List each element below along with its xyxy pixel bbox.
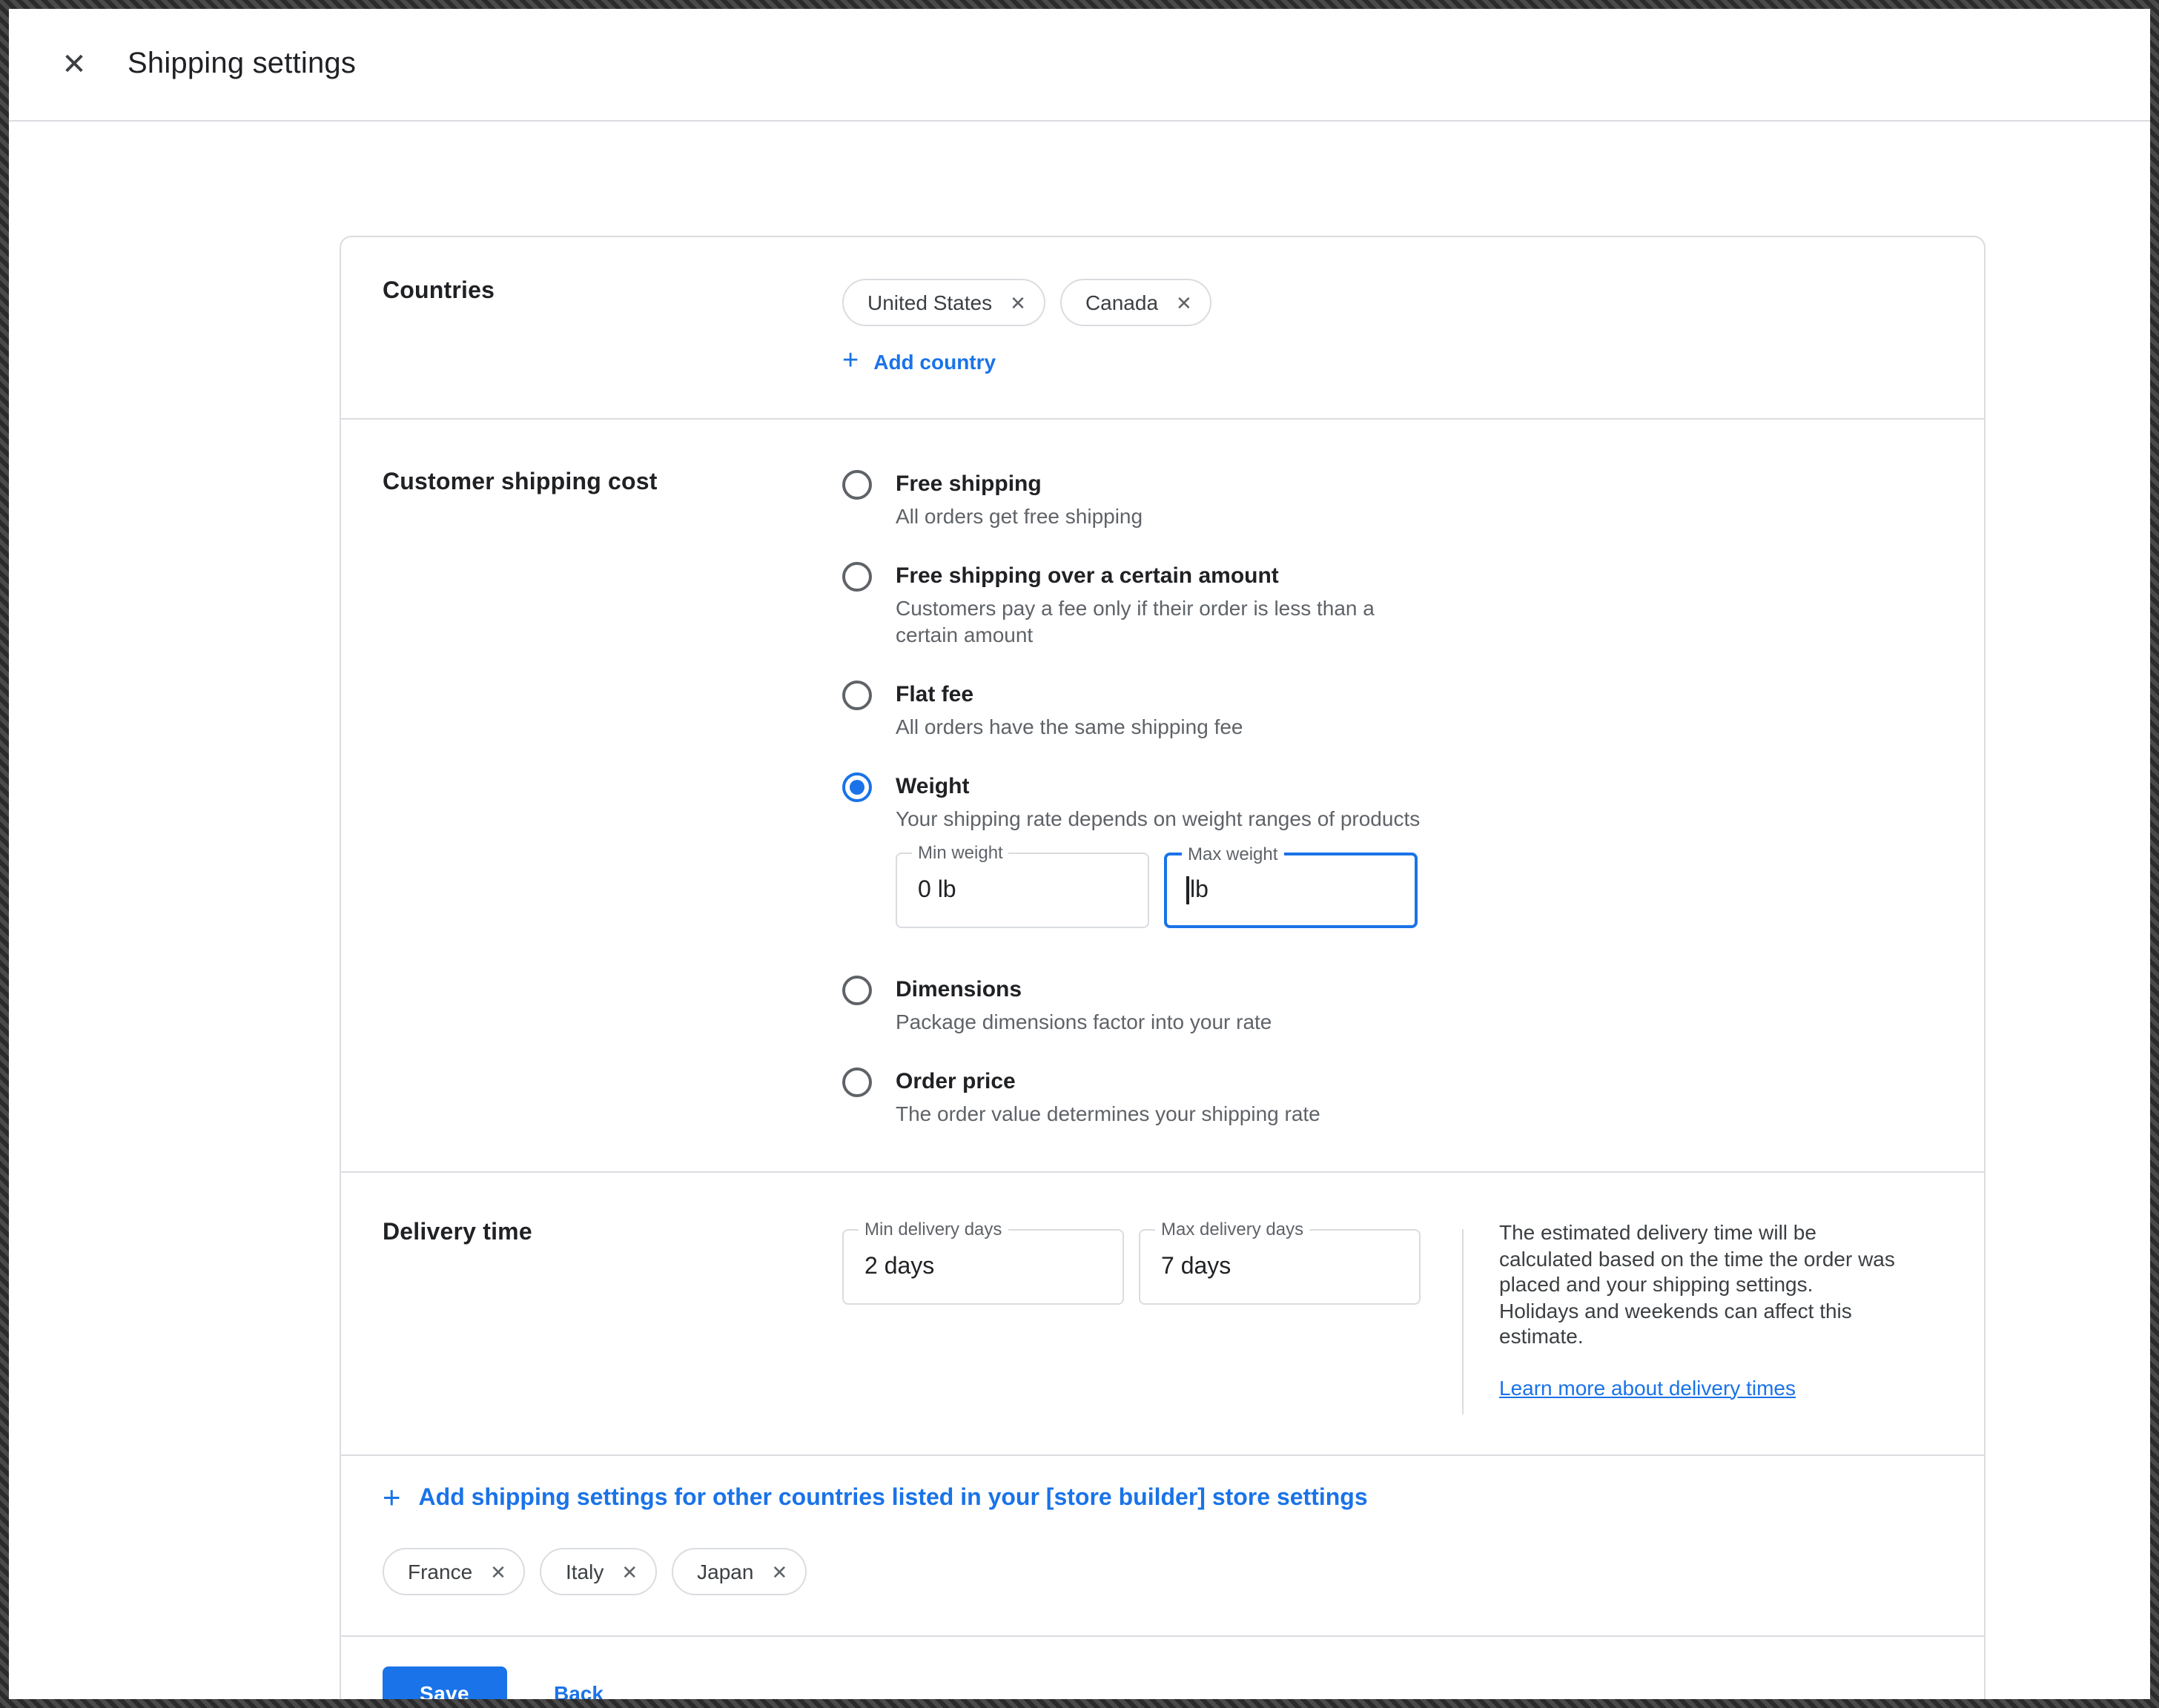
remove-chip-icon[interactable]: ✕ xyxy=(618,1559,641,1584)
country-chip-canada: Canada ✕ xyxy=(1060,279,1211,326)
remove-chip-icon[interactable]: ✕ xyxy=(1007,290,1029,315)
option-description: All orders get free shipping xyxy=(896,503,1143,529)
remove-chip-icon[interactable]: ✕ xyxy=(487,1559,509,1584)
delivery-help: The estimated delivery time will be calc… xyxy=(1499,1220,1897,1414)
radio-dot xyxy=(850,780,864,795)
option-free-shipping-over-amount[interactable]: Free shipping over a certain amount Cust… xyxy=(842,562,1943,648)
option-weight[interactable]: Weight Your shipping rate depends on wei… xyxy=(842,772,1943,943)
delivery-time-section: Delivery time Min delivery days 2 days M… xyxy=(341,1173,1984,1454)
shipping-cost-section: Customer shipping cost Free shipping All… xyxy=(341,420,1984,1171)
radio-icon[interactable] xyxy=(842,470,872,500)
remove-chip-icon[interactable]: ✕ xyxy=(768,1559,790,1584)
min-weight-field-label: Min weight xyxy=(912,842,1009,863)
countries-section: Countries United States ✕ Canada ✕ xyxy=(341,237,1984,418)
chip-label: Canada xyxy=(1085,291,1158,314)
remove-chip-icon[interactable]: ✕ xyxy=(1173,290,1195,315)
chip-label: United States xyxy=(867,291,992,314)
option-label: Dimensions xyxy=(896,976,1272,1005)
option-order-price[interactable]: Order price The order value determines y… xyxy=(842,1068,1943,1127)
page-title: Shipping settings xyxy=(128,47,356,82)
max-weight-field[interactable]: Max weight lb xyxy=(1164,853,1418,928)
country-chips: United States ✕ Canada ✕ xyxy=(842,279,1943,326)
option-description: The order value determines your shipping… xyxy=(896,1100,1320,1127)
delivery-time-label: Delivery time xyxy=(383,1220,842,1414)
add-country-label: Add country xyxy=(873,349,996,373)
country-chip-italy: Italy ✕ xyxy=(540,1548,657,1595)
min-delivery-days-label: Min delivery days xyxy=(859,1219,1008,1239)
min-delivery-days-field[interactable]: Min delivery days 2 days xyxy=(842,1229,1124,1305)
add-other-countries-button[interactable]: + Add shipping settings for other countr… xyxy=(383,1483,1368,1514)
max-weight-value[interactable]: lb xyxy=(1190,877,1209,904)
max-delivery-days-value[interactable]: 7 days xyxy=(1161,1254,1231,1280)
chip-label: Italy xyxy=(566,1560,604,1583)
add-country-button[interactable]: + Add country xyxy=(842,347,996,375)
option-description: Customers pay a fee only if their order … xyxy=(896,595,1422,648)
country-chip-japan: Japan ✕ xyxy=(672,1548,807,1595)
option-free-shipping[interactable]: Free shipping All orders get free shippi… xyxy=(842,470,1943,529)
delivery-fields: Min delivery days 2 days Max delivery da… xyxy=(842,1229,1421,1414)
window-frame: ✕ Shipping settings Countries United Sta… xyxy=(0,0,2159,1708)
max-delivery-days-label: Max delivery days xyxy=(1155,1219,1309,1239)
dialog-header: ✕ Shipping settings xyxy=(9,9,2150,122)
shipping-cost-options: Free shipping All orders get free shippi… xyxy=(842,470,1943,1127)
shipping-cost-label: Customer shipping cost xyxy=(383,470,842,1127)
save-button[interactable]: Save xyxy=(383,1666,506,1699)
max-delivery-days-field[interactable]: Max delivery days 7 days xyxy=(1139,1229,1421,1305)
option-label: Free shipping over a certain amount xyxy=(896,562,1422,592)
settings-card: Countries United States ✕ Canada ✕ xyxy=(340,236,1986,1699)
min-weight-value[interactable]: 0 lb xyxy=(918,877,956,904)
other-country-chips: France ✕ Italy ✕ Japan ✕ xyxy=(383,1548,1943,1595)
country-chip-united-states: United States ✕ xyxy=(842,279,1045,326)
option-label: Flat fee xyxy=(896,681,1243,710)
other-countries-section: + Add shipping settings for other countr… xyxy=(341,1456,1984,1635)
radio-icon-selected[interactable] xyxy=(842,772,872,802)
chip-label: Japan xyxy=(697,1560,753,1583)
option-description: Your shipping rate depends on weight ran… xyxy=(896,805,1420,832)
option-description: All orders have the same shipping fee xyxy=(896,713,1243,740)
option-flat-fee[interactable]: Flat fee All orders have the same shippi… xyxy=(842,681,1943,740)
min-weight-field[interactable]: Min weight 0 lb xyxy=(896,853,1149,928)
plus-icon: + xyxy=(842,347,859,375)
min-delivery-days-value[interactable]: 2 days xyxy=(864,1254,934,1280)
add-other-countries-label: Add shipping settings for other countrie… xyxy=(419,1485,1368,1512)
help-divider xyxy=(1462,1229,1464,1414)
option-label: Order price xyxy=(896,1068,1320,1097)
delivery-help-text: The estimated delivery time will be calc… xyxy=(1499,1220,1897,1350)
option-dimensions[interactable]: Dimensions Package dimensions factor int… xyxy=(842,976,1943,1035)
countries-label: Countries xyxy=(383,279,842,377)
option-label: Weight xyxy=(896,772,1420,802)
text-cursor xyxy=(1186,876,1188,904)
plus-icon: + xyxy=(383,1483,401,1514)
option-label: Free shipping xyxy=(896,470,1143,500)
country-chip-france: France ✕ xyxy=(383,1548,526,1595)
close-icon[interactable]: ✕ xyxy=(44,35,104,94)
option-description: Package dimensions factor into your rate xyxy=(896,1008,1272,1035)
dialog-footer: Save Back xyxy=(341,1637,1984,1699)
max-weight-field-label: Max weight xyxy=(1182,844,1283,864)
radio-icon[interactable] xyxy=(842,976,872,1005)
radio-icon[interactable] xyxy=(842,562,872,592)
radio-icon[interactable] xyxy=(842,681,872,710)
weight-fields: Min weight 0 lb Max weight lb xyxy=(896,853,1420,928)
chip-label: France xyxy=(408,1560,472,1583)
back-button[interactable]: Back xyxy=(545,1679,612,1699)
radio-icon[interactable] xyxy=(842,1068,872,1097)
shipping-settings-dialog: ✕ Shipping settings Countries United Sta… xyxy=(9,9,2150,1699)
learn-more-link[interactable]: Learn more about delivery times xyxy=(1499,1375,1796,1399)
